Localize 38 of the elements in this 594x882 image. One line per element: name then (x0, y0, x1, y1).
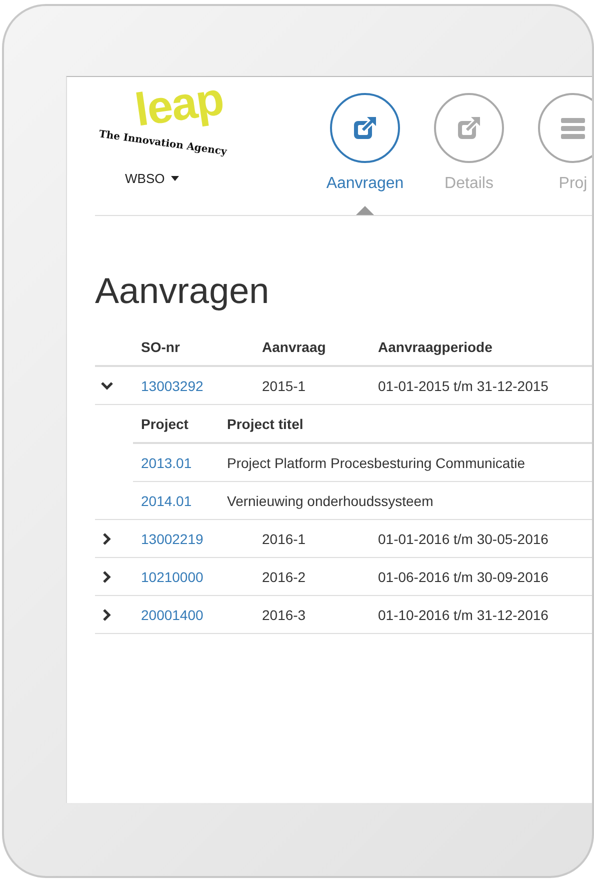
column-header: Aanvraagperiode (378, 338, 494, 354)
table-cell-text: 01-01-2015 t/m 31-12-2015 (378, 378, 550, 394)
expand-toggle[interactable] (101, 532, 113, 544)
so-number-link[interactable]: 20001400 (141, 606, 204, 622)
table-cell-text: Vernieuwing onderhoudssysteem (227, 492, 434, 508)
so-number-link[interactable]: 13002219 (141, 530, 204, 546)
column-header: Project (141, 416, 190, 432)
so-number-link[interactable]: 10210000 (141, 568, 204, 584)
expand-toggle[interactable] (101, 380, 113, 392)
chevron-right-icon (101, 570, 113, 582)
column-header: SO-nr (141, 338, 181, 354)
project-link[interactable]: 2014.01 (141, 492, 192, 508)
expand-toggle[interactable] (101, 608, 113, 620)
page-heading: Aanvragen (95, 270, 270, 312)
table-cell-text: 01-10-2016 t/m 31-12-2016 (378, 606, 550, 622)
table-cell-text: 2016-1 (262, 530, 307, 546)
table-cell-text: 2015-1 (262, 378, 307, 394)
external-link-icon (352, 115, 378, 141)
program-dropdown[interactable]: WBSO (125, 171, 179, 186)
table-cell-text: Project Platform Procesbesturing Communicatie (227, 454, 526, 470)
chevron-right-icon (101, 532, 113, 544)
list-icon (560, 115, 586, 141)
step-tab[interactable]: Details (434, 93, 504, 215)
table-cell-text: 01-01-2016 t/m 30-05-2016 (378, 530, 550, 546)
chevron-down-icon (101, 380, 113, 392)
external-link-icon (456, 115, 482, 141)
project-link[interactable]: 2013.01 (141, 454, 192, 470)
expand-toggle[interactable] (101, 570, 113, 582)
caret-icon (170, 176, 179, 181)
table-cell-text: 2016-2 (262, 568, 307, 584)
chevron-right-icon (101, 608, 113, 620)
active-pointer (356, 206, 374, 215)
column-header: Aanvraag (262, 338, 327, 354)
step-tab[interactable]: Proj (538, 93, 592, 215)
column-header: Project titel (227, 416, 304, 432)
table-cell-text: 01-06-2016 t/m 30-09-2016 (378, 568, 550, 584)
so-number-link[interactable]: 13003292 (141, 378, 204, 394)
table-cell-text: 2016-3 (262, 606, 307, 622)
